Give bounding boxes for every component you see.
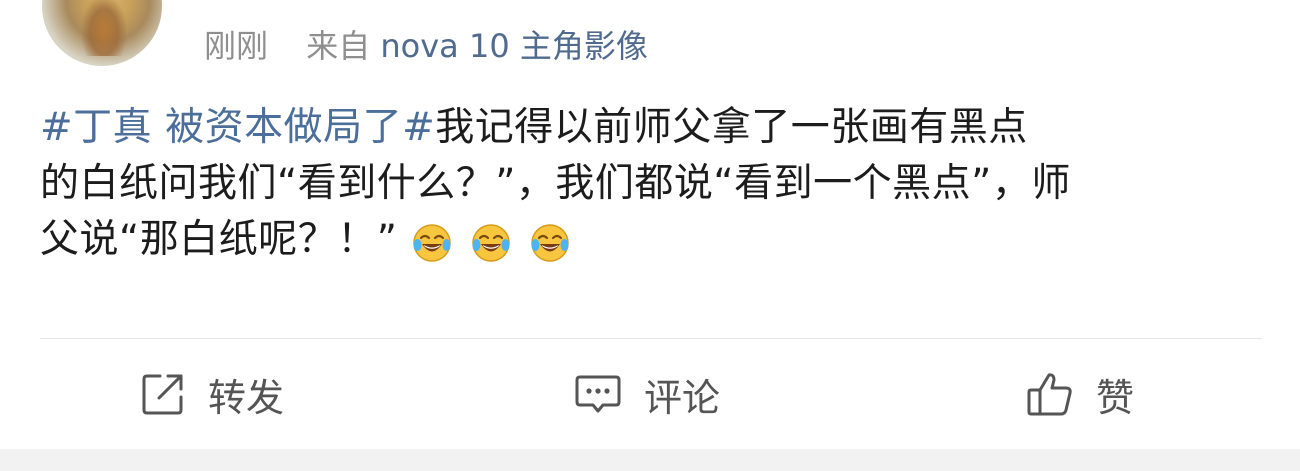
repost-button[interactable]: 转发 xyxy=(140,339,284,449)
content-text-1: 我记得以前师父拿了一张画有黑点 xyxy=(435,105,1028,150)
laughing-crying-icon xyxy=(531,224,569,262)
content-text-2: 的白纸问我们“看到什么？”，我们都说“看到一个黑点”，师 xyxy=(40,161,1071,206)
content-line-2: 的白纸问我们“看到什么？”，我们都说“看到一个黑点”，师 xyxy=(40,156,1270,212)
topic-link[interactable]: #丁真 被资本做局了# xyxy=(40,105,435,150)
laughing-crying-icon xyxy=(472,224,510,262)
post-time: 刚刚 xyxy=(204,27,269,65)
comment-label: 评论 xyxy=(644,375,721,420)
content-line-3: 父说“那白纸呢？！” xyxy=(40,212,1270,268)
footer-bar xyxy=(0,449,1300,471)
source-device-link[interactable]: nova 10 主角影像 xyxy=(380,27,647,65)
like-button[interactable]: 赞 xyxy=(1026,339,1134,449)
like-label: 赞 xyxy=(1096,375,1135,420)
post-content: #丁真 被资本做局了#我记得以前师父拿了一张画有黑点 的白纸问我们“看到什么？”… xyxy=(40,100,1270,268)
comment-icon xyxy=(575,375,621,413)
laughing-crying-icon xyxy=(413,224,452,262)
thumbs-up-icon xyxy=(1027,373,1072,416)
repost-label: 转发 xyxy=(208,375,285,420)
action-bar: 转发 评论 赞 xyxy=(0,339,1300,449)
source-prefix: 来自 xyxy=(306,27,371,65)
post-meta: 刚刚 来自 nova 10 主角影像 xyxy=(204,24,648,68)
comment-button[interactable]: 评论 xyxy=(574,339,720,449)
repost-icon xyxy=(142,374,183,415)
content-line-1: #丁真 被资本做局了#我记得以前师父拿了一张画有黑点 xyxy=(40,100,1270,156)
avatar[interactable] xyxy=(42,0,162,66)
emoji-group xyxy=(412,214,576,270)
content-text-3: 父说“那白纸呢？！” xyxy=(40,217,398,262)
